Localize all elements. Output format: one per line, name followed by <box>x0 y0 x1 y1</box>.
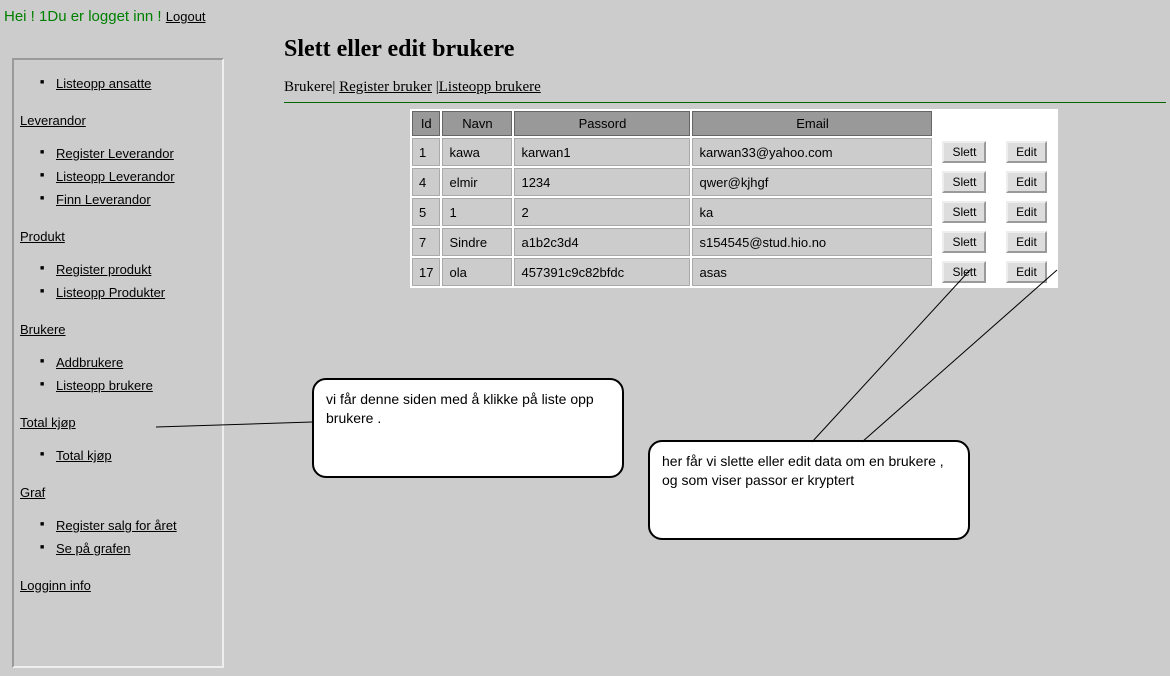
greeting-hi: Hei ! 1 <box>4 8 47 25</box>
callout-1-text: vi får denne siden med å klikke på liste… <box>326 391 594 426</box>
col-email: Email <box>692 111 932 136</box>
greeting-bar: Hei ! 1Du er logget inn ! Logout <box>0 0 1170 33</box>
slett-button[interactable]: Slett <box>942 171 986 193</box>
edit-button[interactable]: Edit <box>1006 261 1047 283</box>
sidebar-item-register-produkt[interactable]: Register produkt <box>14 258 222 281</box>
edit-button[interactable]: Edit <box>1006 141 1047 163</box>
sub-nav: Brukere| Register bruker |Listeopp bruke… <box>284 79 1166 103</box>
table-row: 7Sindrea1b2c3d4s154545@stud.hio.no Slett E… <box>412 228 1056 256</box>
sidebar-group-graf: Graf <box>14 475 222 506</box>
cell-passord: karwan1 <box>514 138 690 166</box>
slett-button[interactable]: Slett <box>942 201 986 223</box>
cell-passord: 1234 <box>514 168 690 196</box>
cell-email: karwan33@yahoo.com <box>692 138 932 166</box>
edit-button[interactable]: Edit <box>1006 171 1047 193</box>
cell-navn: ola <box>442 258 512 286</box>
users-table: Id Navn Passord Email 1kawakarwan1karwan… <box>410 109 1058 288</box>
cell-id: 17 <box>412 258 440 286</box>
sidebar-item-total-kjop[interactable]: Total kjøp <box>14 444 222 467</box>
greeting-loggedin: Du er logget inn ! <box>47 8 161 25</box>
sidebar[interactable]: Listeopp ansatte Leverandor Register Lev… <box>12 58 224 668</box>
page-title: Slett eller edit brukere <box>284 36 1166 63</box>
table-row: 512ka Slett Edit <box>412 198 1056 226</box>
sidebar-item-register-leverandor[interactable]: Register Leverandor <box>14 142 222 165</box>
main-content: Slett eller edit brukere Brukere| Regist… <box>284 36 1166 288</box>
cell-id: 7 <box>412 228 440 256</box>
cell-passord: 457391c9c82bfdc <box>514 258 690 286</box>
slett-button[interactable]: Slett <box>942 141 986 163</box>
cell-id: 4 <box>412 168 440 196</box>
cell-email: ka <box>692 198 932 226</box>
callout-2-text: her får vi slette eller edit data om en … <box>662 453 944 488</box>
table-row: 4elmir1234qwer@kjhgf Slett Edit <box>412 168 1056 196</box>
cell-navn: elmir <box>442 168 512 196</box>
sidebar-item-finn-leverandor[interactable]: Finn Leverandor <box>14 188 222 211</box>
cell-navn: Sindre <box>442 228 512 256</box>
sidebar-group-produkt: Produkt <box>14 219 222 250</box>
slett-button[interactable]: Slett <box>942 231 986 253</box>
cell-navn: kawa <box>442 138 512 166</box>
sub-nav-label: Brukere <box>284 79 332 95</box>
col-id: Id <box>412 111 440 136</box>
sub-nav-register-bruker[interactable]: Register bruker <box>339 79 432 95</box>
sidebar-item-listeopp-leverandor[interactable]: Listeopp Leverandor <box>14 165 222 188</box>
sidebar-item-register-salg[interactable]: Register salg for året <box>14 514 222 537</box>
col-passord: Passord <box>514 111 690 136</box>
cell-email: qwer@kjhgf <box>692 168 932 196</box>
col-navn: Navn <box>442 111 512 136</box>
sidebar-item-se-pa-grafen[interactable]: Se på grafen <box>14 537 222 560</box>
edit-button[interactable]: Edit <box>1006 201 1047 223</box>
sidebar-item-addbrukere[interactable]: Addbrukere <box>14 351 222 374</box>
cell-id: 5 <box>412 198 440 226</box>
callout-1: vi får denne siden med å klikke på liste… <box>312 378 624 478</box>
table-row: 17ola457391c9c82bfdcasas Slett Edit <box>412 258 1056 286</box>
sidebar-group-leverandor: Leverandor <box>14 103 222 134</box>
sidebar-group-logginn-info: Logginn info <box>14 568 222 599</box>
table-row: 1kawakarwan1karwan33@yahoo.com Slett Edit <box>412 138 1056 166</box>
cell-email: asas <box>692 258 932 286</box>
sub-nav-listeopp-brukere[interactable]: Listeopp brukere <box>439 79 541 95</box>
sidebar-item-listeopp-produkter[interactable]: Listeopp Produkter <box>14 281 222 304</box>
logout-link[interactable]: Logout <box>166 9 206 24</box>
edit-button[interactable]: Edit <box>1006 231 1047 253</box>
sidebar-item-listeopp-brukere[interactable]: Listeopp brukere <box>14 374 222 397</box>
sidebar-item-listeopp-ansatte[interactable]: Listeopp ansatte <box>14 72 222 95</box>
sidebar-group-total-kjop: Total kjøp <box>14 405 222 436</box>
slett-button[interactable]: Slett <box>942 261 986 283</box>
cell-passord: 2 <box>514 198 690 226</box>
cell-navn: 1 <box>442 198 512 226</box>
table-header-row: Id Navn Passord Email <box>412 111 1056 136</box>
cell-passord: a1b2c3d4 <box>514 228 690 256</box>
cell-id: 1 <box>412 138 440 166</box>
callout-2: her får vi slette eller edit data om en … <box>648 440 970 540</box>
cell-email: s154545@stud.hio.no <box>692 228 932 256</box>
sidebar-group-brukere: Brukere <box>14 312 222 343</box>
